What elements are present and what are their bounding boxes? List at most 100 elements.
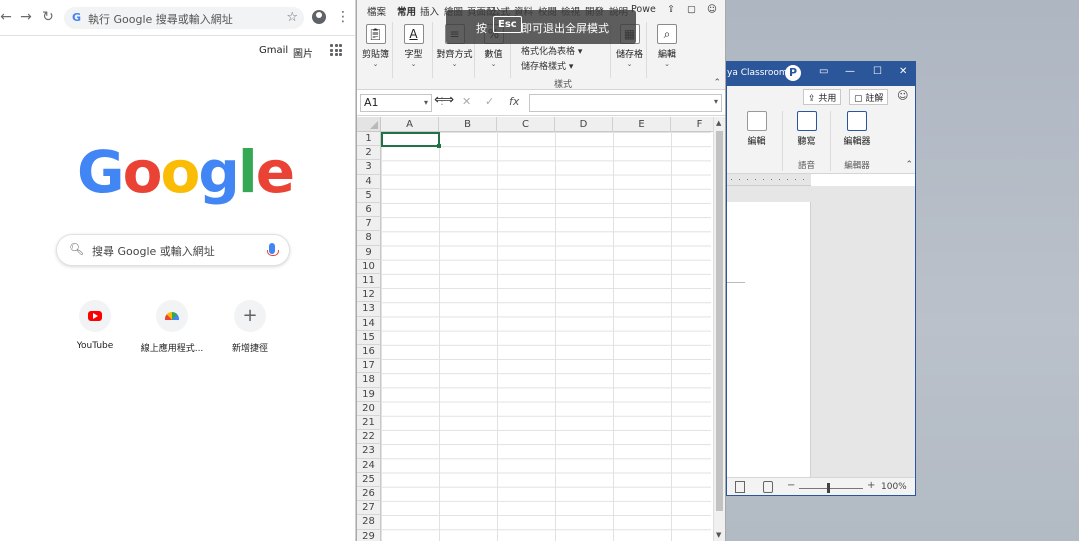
profile-icon[interactable] <box>312 10 326 24</box>
group-editor[interactable]: 編輯器 編輯器 <box>831 111 883 171</box>
search-icon: ⌕ <box>657 24 677 44</box>
zoom-slider[interactable] <box>799 488 863 489</box>
insert-function-icon[interactable]: fx <box>509 95 519 108</box>
row-header[interactable]: 19 <box>357 387 381 402</box>
row-header[interactable]: 20 <box>357 401 381 416</box>
gmail-link[interactable]: Gmail <box>259 45 288 56</box>
select-all-corner[interactable] <box>357 117 381 132</box>
column-header-d[interactable]: D <box>555 117 613 132</box>
share-button[interactable]: ⇪ 共用 <box>803 89 842 105</box>
google-search-box[interactable]: 🔍︎ 搜尋 Google 或輸入網址 <box>56 234 290 266</box>
worksheet-grid[interactable]: A B C D E F 1 2 3 4 5 6 7 8 9 10 11 12 13 14 15 16 17 18 1… <box>357 117 713 541</box>
apps-grid-icon[interactable] <box>330 44 342 56</box>
close-icon[interactable]: ✕ <box>899 66 907 77</box>
address-bar[interactable]: G 執行 Google 搜尋或輸入網址 ☆ <box>64 7 304 29</box>
menu-kebab-icon[interactable]: ⋮ <box>336 9 350 25</box>
microphone-icon[interactable] <box>267 243 279 256</box>
shortcut-add[interactable]: + 新增捷徑 <box>210 300 290 354</box>
forward-icon[interactable]: → <box>18 9 34 25</box>
esc-key: Esc <box>493 16 522 33</box>
document-page[interactable] <box>727 202 811 477</box>
scrollbar-thumb[interactable] <box>716 131 723 511</box>
web-layout-icon[interactable] <box>763 481 773 493</box>
row-header[interactable]: 17 <box>357 359 381 374</box>
row-header[interactable]: 23 <box>357 444 381 459</box>
name-box[interactable]: A1 ▾ <box>360 94 432 112</box>
images-link[interactable]: 圖片 <box>293 45 313 60</box>
row-header[interactable]: 1 <box>357 132 381 147</box>
group-dictate[interactable]: 聽寫 語音 <box>783 111 831 171</box>
row-header[interactable]: 4 <box>357 174 381 189</box>
print-layout-icon[interactable] <box>735 481 745 493</box>
row-header[interactable]: 29 <box>357 529 381 541</box>
group-editing[interactable]: ⌕ 編輯 ⌄ <box>649 22 685 78</box>
selected-cell-a1[interactable] <box>381 132 441 148</box>
group-clipboard[interactable]: 📋︎ 剪貼簿 ⌄ <box>359 22 393 78</box>
ribbon-display-icon[interactable]: ▭ <box>819 66 828 77</box>
expand-formula-icon[interactable]: ▾ <box>714 97 718 106</box>
row-header[interactable]: 14 <box>357 316 381 331</box>
chevron-down-icon: ⌄ <box>372 60 379 68</box>
row-header[interactable]: 10 <box>357 259 381 274</box>
cell-styles-button[interactable]: 儲存格樣式 ▾ <box>521 59 573 72</box>
row-header[interactable]: 26 <box>357 487 381 502</box>
row-header[interactable]: 22 <box>357 430 381 445</box>
zoom-level[interactable]: 100% <box>881 482 907 492</box>
column-header-e[interactable]: E <box>613 117 671 132</box>
zoom-slider-knob[interactable] <box>827 483 830 493</box>
row-header[interactable]: 8 <box>357 231 381 246</box>
row-header[interactable]: 7 <box>357 217 381 232</box>
group-editing[interactable]: 編輯 <box>731 111 783 171</box>
clipboard-icon: 📋︎ <box>365 24 386 44</box>
cancel-icon[interactable]: ✕ <box>462 95 471 108</box>
youtube-icon <box>88 311 102 321</box>
column-header-c[interactable]: C <box>497 117 555 132</box>
shortcut-youtube[interactable]: YouTube <box>55 300 135 351</box>
row-header[interactable]: 6 <box>357 203 381 218</box>
reload-icon[interactable]: ↻ <box>40 9 56 25</box>
format-as-table-button[interactable]: 格式化為表格 ▾ <box>521 44 582 57</box>
bookmark-star-icon[interactable]: ☆ <box>286 10 298 25</box>
row-header[interactable]: 27 <box>357 501 381 516</box>
row-header[interactable]: 21 <box>357 416 381 431</box>
row-header[interactable]: 15 <box>357 330 381 345</box>
vertical-scrollbar[interactable]: ▲ ▼ <box>713 117 725 541</box>
formula-input[interactable]: ▾ <box>529 94 722 112</box>
back-icon[interactable]: ← <box>0 9 14 25</box>
shortcut-web-apps[interactable]: 線上應用程式... <box>132 300 212 354</box>
row-header[interactable]: 12 <box>357 288 381 303</box>
ribbon-collapse-icon[interactable]: ⌃ <box>905 160 913 170</box>
ribbon-collapse-icon[interactable]: ⌃ <box>713 78 721 88</box>
plus-icon: + <box>242 305 258 326</box>
row-header[interactable]: 28 <box>357 515 381 530</box>
smiley-icon[interactable]: ☺ <box>897 89 908 102</box>
row-header[interactable]: 13 <box>357 302 381 317</box>
tab-file[interactable]: 檔案 <box>367 4 386 18</box>
scroll-up-icon[interactable]: ▲ <box>716 119 721 127</box>
row-header[interactable]: 25 <box>357 472 381 487</box>
group-font[interactable]: A 字型 ⌄ <box>395 22 433 78</box>
row-header[interactable]: 2 <box>357 146 381 161</box>
row-header[interactable]: 18 <box>357 373 381 388</box>
enter-icon[interactable]: ✓ <box>485 95 494 108</box>
zoom-in-icon[interactable]: + <box>867 480 875 491</box>
zoom-out-icon[interactable]: − <box>787 480 795 491</box>
row-header[interactable]: 24 <box>357 458 381 473</box>
smiley-icon[interactable]: ☺ <box>707 4 717 15</box>
row-header[interactable]: 5 <box>357 188 381 203</box>
tab-insert[interactable]: 插入 <box>420 4 439 18</box>
row-header[interactable]: 9 <box>357 245 381 260</box>
scroll-down-icon[interactable]: ▼ <box>716 531 721 539</box>
row-header[interactable]: 3 <box>357 160 381 175</box>
column-header-b[interactable]: B <box>439 117 497 132</box>
minimize-icon[interactable]: — <box>845 66 855 77</box>
column-header-a[interactable]: A <box>381 117 439 132</box>
row-header[interactable]: 16 <box>357 345 381 360</box>
maximize-icon[interactable]: ☐ <box>873 66 882 77</box>
cells-area[interactable] <box>381 132 711 541</box>
comment-icon[interactable]: ▢ <box>687 4 696 15</box>
row-header[interactable]: 11 <box>357 274 381 289</box>
share-icon[interactable]: ⇪ <box>667 4 675 15</box>
profile-badge-icon[interactable]: P <box>785 65 801 81</box>
comments-button[interactable]: ▢ 註解 <box>849 89 889 105</box>
